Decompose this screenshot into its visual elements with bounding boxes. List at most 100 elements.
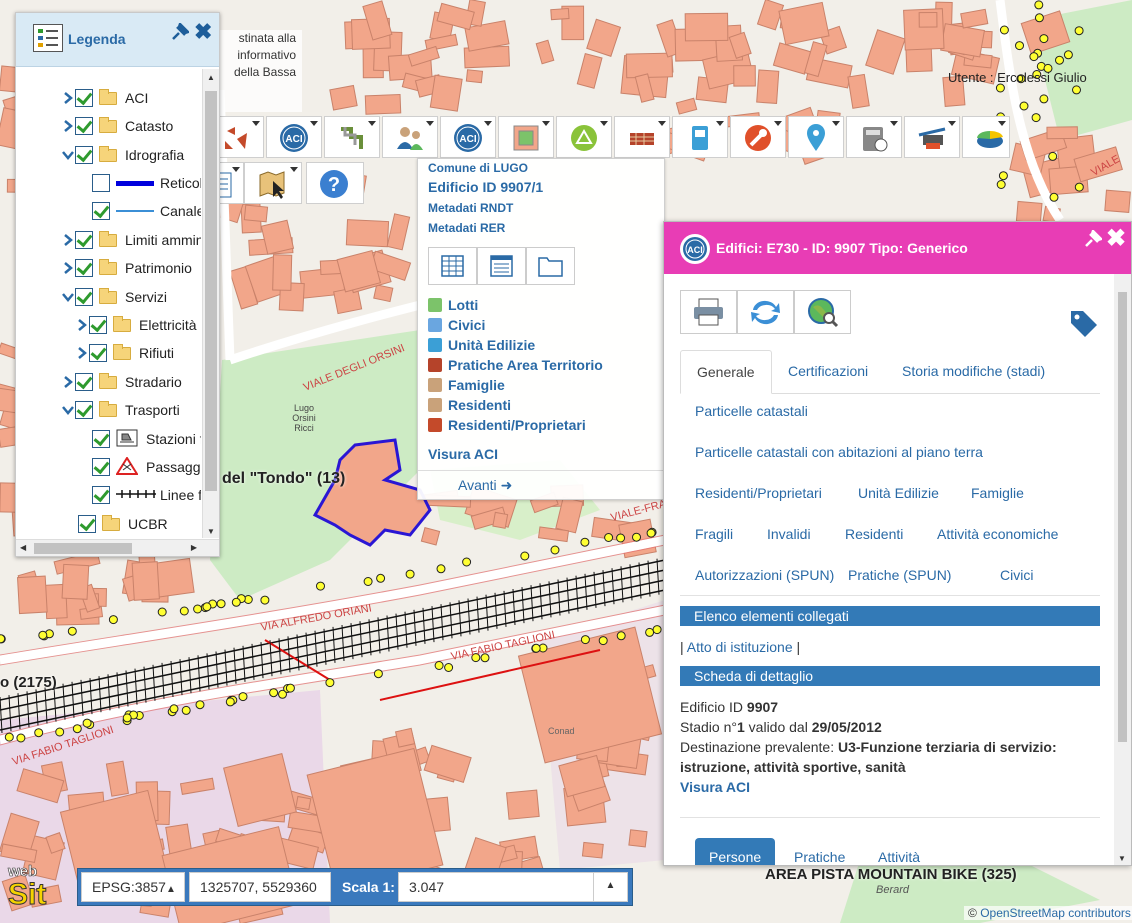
related-link[interactable]: Residenti/Proprietari — [695, 485, 822, 501]
close-icon[interactable]: ✖ — [194, 19, 212, 45]
info-menu-link[interactable]: Residenti — [428, 397, 511, 413]
related-link[interactable]: Residenti — [845, 526, 903, 542]
close-icon[interactable]: ✖ — [1106, 224, 1126, 253]
legend-item[interactable]: Canale E — [92, 200, 201, 222]
scroll-thumb[interactable] — [205, 91, 217, 491]
layer-checkbox[interactable] — [75, 117, 93, 135]
layer-checkbox[interactable] — [75, 89, 93, 107]
globe-search-button[interactable] — [794, 290, 851, 334]
info-menu-link[interactable]: Residenti/Proprietari — [428, 417, 586, 433]
toolbar-button[interactable]: ACI — [440, 116, 496, 158]
layer-checkbox[interactable] — [92, 174, 110, 192]
toolbar-button[interactable] — [788, 116, 844, 158]
metadati-rer-link[interactable]: Metadati RER — [428, 221, 505, 235]
metadati-rndt-link[interactable]: Metadati RNDT — [428, 201, 513, 215]
edificio-link[interactable]: Edificio ID 9907/1 — [428, 179, 543, 195]
legend-item[interactable]: Stradario — [61, 371, 182, 393]
visura-aci-link[interactable]: Visura ACI — [428, 446, 498, 462]
legend-item[interactable]: Trasporti — [61, 399, 180, 421]
coordinates-field[interactable]: 1325707, 5529360 — [189, 872, 331, 902]
scroll-right-icon[interactable]: ▶ — [191, 543, 197, 552]
info-menu-link[interactable]: Civici — [428, 317, 485, 333]
legend-item[interactable]: UCBR — [78, 513, 168, 535]
chevron-right-icon[interactable] — [61, 375, 75, 389]
toolbar-button[interactable] — [846, 116, 902, 158]
chevron-right-icon[interactable] — [61, 233, 75, 247]
atto-istituzione-link[interactable]: Atto di istituzione — [687, 639, 793, 655]
related-link[interactable]: Particelle catastali — [695, 403, 808, 419]
legend-item[interactable]: ACI — [61, 87, 148, 109]
info-menu-link[interactable]: Unità Edilizie — [428, 337, 535, 353]
scroll-down-icon[interactable]: ▼ — [207, 527, 215, 536]
layer-checkbox[interactable] — [92, 486, 110, 504]
layer-checkbox[interactable] — [75, 146, 93, 164]
info-menu-link[interactable]: Lotti — [428, 297, 478, 313]
attribution-link[interactable]: OpenStreetMap contributors — [980, 906, 1131, 920]
folder-view-button[interactable] — [526, 247, 575, 285]
chevron-down-icon[interactable] — [61, 290, 75, 304]
chevron-right-icon[interactable] — [75, 318, 89, 332]
refresh-button[interactable] — [737, 290, 794, 334]
tab-generale[interactable]: Generale — [680, 350, 772, 394]
chevron-down-icon[interactable] — [61, 403, 75, 417]
epsg-select[interactable]: EPSG:3857▲ — [81, 872, 185, 902]
related-link[interactable]: Attività economiche — [937, 526, 1058, 542]
list-view-button[interactable] — [477, 247, 526, 285]
layer-checkbox[interactable] — [89, 316, 107, 334]
legend-item[interactable]: Limiti amminist — [61, 229, 201, 251]
chevron-right-icon[interactable] — [75, 346, 89, 360]
related-link[interactable]: Famiglie — [971, 485, 1024, 501]
legend-item[interactable]: Idrografia — [61, 144, 184, 166]
layer-checkbox[interactable] — [75, 401, 93, 419]
scroll-left-icon[interactable]: ◀ — [20, 543, 26, 552]
legend-item[interactable]: Linee fer — [92, 484, 201, 506]
scale-dropdown-button[interactable]: ▲ — [593, 872, 627, 902]
toolbar-button[interactable] — [904, 116, 960, 158]
related-link[interactable]: Pratiche (SPUN) — [848, 567, 951, 583]
chevron-right-icon[interactable] — [61, 91, 75, 105]
info-menu-link[interactable]: Pratiche Area Territorio — [428, 357, 603, 373]
toolbar-button[interactable] — [382, 116, 438, 158]
related-link[interactable]: Unità Edilizie — [858, 485, 939, 501]
related-link[interactable]: Autorizzazioni (SPUN) — [695, 567, 834, 583]
toolbar-button[interactable] — [244, 162, 302, 204]
table-view-button[interactable] — [428, 247, 477, 285]
toolbar-button[interactable] — [962, 116, 1010, 158]
layer-checkbox[interactable] — [75, 259, 93, 277]
related-link[interactable]: Fragili — [695, 526, 733, 542]
legend-horizontal-scrollbar[interactable]: ◀ ▶ — [16, 539, 219, 556]
scroll-thumb[interactable] — [34, 543, 132, 554]
legend-item[interactable]: Servizi — [61, 286, 167, 308]
toolbar-button[interactable] — [614, 116, 670, 158]
layer-checkbox[interactable] — [89, 344, 107, 362]
chevron-down-icon[interactable] — [61, 148, 75, 162]
info-menu-link[interactable]: Famiglie — [428, 377, 505, 393]
related-link[interactable]: Invalidi — [767, 526, 811, 542]
tab-pratiche[interactable]: Pratiche — [780, 838, 859, 865]
layer-checkbox[interactable] — [92, 458, 110, 476]
toolbar-button[interactable] — [498, 116, 554, 158]
chevron-right-icon[interactable] — [61, 261, 75, 275]
related-link[interactable]: Civici — [1000, 567, 1033, 583]
layer-checkbox[interactable] — [75, 231, 93, 249]
toolbar-button[interactable] — [556, 116, 612, 158]
pin-icon[interactable] — [1084, 228, 1104, 251]
pin-icon[interactable] — [171, 21, 191, 41]
legend-item[interactable]: Patrimonio — [61, 257, 192, 279]
toolbar-button[interactable] — [672, 116, 728, 158]
toolbar-button[interactable]: ACI — [266, 116, 322, 158]
legend-item[interactable]: Reticolo — [92, 172, 201, 194]
scroll-down-icon[interactable]: ▼ — [1118, 854, 1126, 863]
tab-storia[interactable]: Storia modifiche (stadi) — [886, 350, 1061, 394]
legend-item[interactable]: Elettricità — [75, 314, 197, 336]
layer-checkbox[interactable] — [92, 202, 110, 220]
tag-icon[interactable] — [1068, 308, 1100, 343]
toolbar-button[interactable]: ? — [306, 162, 364, 204]
detail-vertical-scrollbar[interactable]: ▼ — [1114, 274, 1131, 865]
scale-input[interactable]: 3.047 ▲ — [398, 872, 628, 902]
tab-attività[interactable]: Attività — [864, 838, 934, 865]
tab-persone[interactable]: Persone — [695, 838, 776, 865]
legend-item[interactable]: Rifiuti — [75, 342, 174, 364]
legend-vertical-scrollbar[interactable]: ▲ ▼ — [202, 69, 219, 538]
legend-item[interactable]: Stazioni f — [92, 428, 201, 450]
